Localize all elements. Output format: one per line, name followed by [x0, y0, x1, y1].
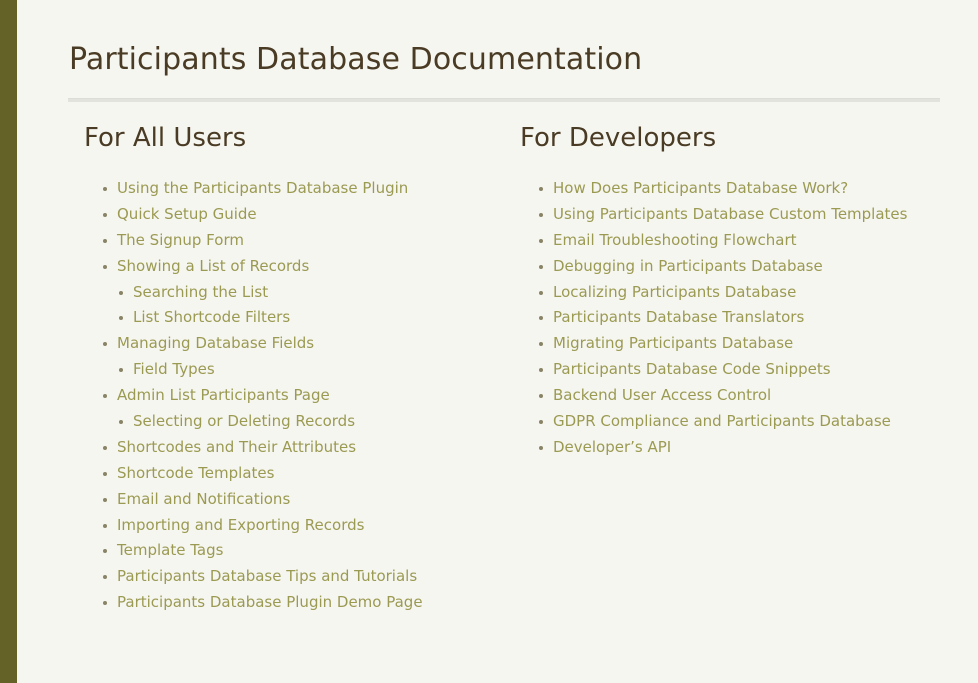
page-title: Participants Database Documentation — [69, 42, 643, 77]
list-item: Using the Participants Database Plugin — [103, 176, 423, 202]
link-tips-tutorials[interactable]: Participants Database Tips and Tutorials — [117, 567, 417, 585]
bullet-icon — [119, 290, 123, 295]
bullet-icon — [103, 238, 107, 243]
list-item: Field Types — [117, 357, 423, 383]
list-item: GDPR Compliance and Participants Databas… — [539, 409, 907, 435]
link-template-tags[interactable]: Template Tags — [117, 541, 223, 559]
list-item: Using Participants Database Custom Templ… — [539, 202, 907, 228]
title-divider — [68, 98, 940, 102]
bullet-icon — [119, 316, 123, 321]
link-selecting-deleting[interactable]: Selecting or Deleting Records — [133, 412, 355, 430]
list-item: Shortcodes and Their Attributes — [103, 435, 423, 461]
list-item: Importing and Exporting Records — [103, 513, 423, 539]
link-translators[interactable]: Participants Database Translators — [553, 308, 804, 326]
developers-doc-list: How Does Participants Database Work? Usi… — [539, 176, 907, 461]
link-managing-fields[interactable]: Managing Database Fields — [117, 334, 314, 352]
link-developer-api[interactable]: Developer’s API — [553, 438, 671, 456]
link-custom-templates[interactable]: Using Participants Database Custom Templ… — [553, 205, 907, 223]
link-import-export[interactable]: Importing and Exporting Records — [117, 516, 364, 534]
link-code-snippets[interactable]: Participants Database Code Snippets — [553, 360, 831, 378]
bullet-icon — [119, 420, 123, 425]
link-admin-list-page[interactable]: Admin List Participants Page — [117, 386, 330, 404]
link-gdpr[interactable]: GDPR Compliance and Participants Databas… — [553, 412, 891, 430]
list-item: The Signup Form — [103, 228, 423, 254]
link-localizing[interactable]: Localizing Participants Database — [553, 283, 796, 301]
bullet-icon — [103, 264, 107, 269]
list-item: Showing a List of Records — [103, 254, 423, 280]
link-signup-form[interactable]: The Signup Form — [117, 231, 244, 249]
bullet-icon — [539, 187, 543, 191]
list-item: Quick Setup Guide — [103, 202, 423, 228]
list-item: Template Tags — [103, 538, 423, 564]
bullet-icon — [539, 212, 543, 217]
link-demo-page[interactable]: Participants Database Plugin Demo Page — [117, 593, 423, 611]
bullet-icon — [119, 368, 123, 373]
list-item: Managing Database Fields — [103, 331, 423, 357]
left-sidebar-stripe — [0, 0, 17, 683]
list-item: Selecting or Deleting Records — [117, 409, 423, 435]
for-all-users-section: For All Users Using the Participants Dat… — [84, 121, 504, 611]
link-debugging[interactable]: Debugging in Participants Database — [553, 257, 823, 275]
list-item: Participants Database Tips and Tutorials — [103, 564, 423, 590]
bullet-icon — [539, 394, 543, 399]
bullet-icon — [539, 290, 543, 295]
list-item: Debugging in Participants Database — [539, 254, 907, 280]
users-doc-list: Using the Participants Database Plugin Q… — [103, 176, 423, 616]
bullet-icon — [103, 187, 107, 191]
list-item: Participants Database Code Snippets — [539, 357, 907, 383]
for-developers-section: For Developers How Does Participants Dat… — [520, 121, 960, 456]
bullet-icon — [103, 601, 107, 606]
bullet-icon — [539, 316, 543, 321]
list-item: Shortcode Templates — [103, 461, 423, 487]
list-item: Backend User Access Control — [539, 383, 907, 409]
link-email-notifications[interactable]: Email and Notifications — [117, 490, 290, 508]
bullet-icon — [103, 394, 107, 399]
bullet-icon — [103, 549, 107, 554]
bullet-icon — [103, 575, 107, 580]
link-using-plugin[interactable]: Using the Participants Database Plugin — [117, 179, 408, 197]
for-developers-heading: For Developers — [520, 123, 717, 153]
link-quick-setup[interactable]: Quick Setup Guide — [117, 205, 257, 223]
for-all-users-heading: For All Users — [84, 123, 247, 153]
link-list-of-records[interactable]: Showing a List of Records — [117, 257, 309, 275]
bullet-icon — [103, 497, 107, 502]
bullet-icon — [539, 238, 543, 243]
list-item: Participants Database Plugin Demo Page — [103, 590, 423, 616]
list-item: Localizing Participants Database — [539, 280, 907, 306]
list-item: List Shortcode Filters — [117, 305, 423, 331]
list-item: Migrating Participants Database — [539, 331, 907, 357]
link-searching-list[interactable]: Searching the List — [133, 283, 268, 301]
link-shortcodes-attributes[interactable]: Shortcodes and Their Attributes — [117, 438, 356, 456]
link-shortcode-templates[interactable]: Shortcode Templates — [117, 464, 274, 482]
list-item: Email and Notifications — [103, 487, 423, 513]
link-email-troubleshooting[interactable]: Email Troubleshooting Flowchart — [553, 231, 797, 249]
link-access-control[interactable]: Backend User Access Control — [553, 386, 771, 404]
bullet-icon — [539, 264, 543, 269]
link-migrating[interactable]: Migrating Participants Database — [553, 334, 793, 352]
bullet-icon — [103, 212, 107, 217]
bullet-icon — [103, 471, 107, 476]
link-how-it-works[interactable]: How Does Participants Database Work? — [553, 179, 848, 197]
bullet-icon — [539, 368, 543, 373]
list-item: Admin List Participants Page — [103, 383, 423, 409]
link-field-types[interactable]: Field Types — [133, 360, 215, 378]
bullet-icon — [103, 445, 107, 450]
list-item: Email Troubleshooting Flowchart — [539, 228, 907, 254]
link-list-shortcode-filters[interactable]: List Shortcode Filters — [133, 308, 290, 326]
list-item: How Does Participants Database Work? — [539, 176, 907, 202]
bullet-icon — [103, 523, 107, 528]
page: Participants Database Documentation For … — [0, 0, 978, 683]
bullet-icon — [539, 445, 543, 450]
bullet-icon — [539, 342, 543, 347]
list-item: Participants Database Translators — [539, 305, 907, 331]
bullet-icon — [103, 342, 107, 347]
list-item: Developer’s API — [539, 435, 907, 461]
bullet-icon — [539, 420, 543, 425]
list-item: Searching the List — [117, 280, 423, 306]
